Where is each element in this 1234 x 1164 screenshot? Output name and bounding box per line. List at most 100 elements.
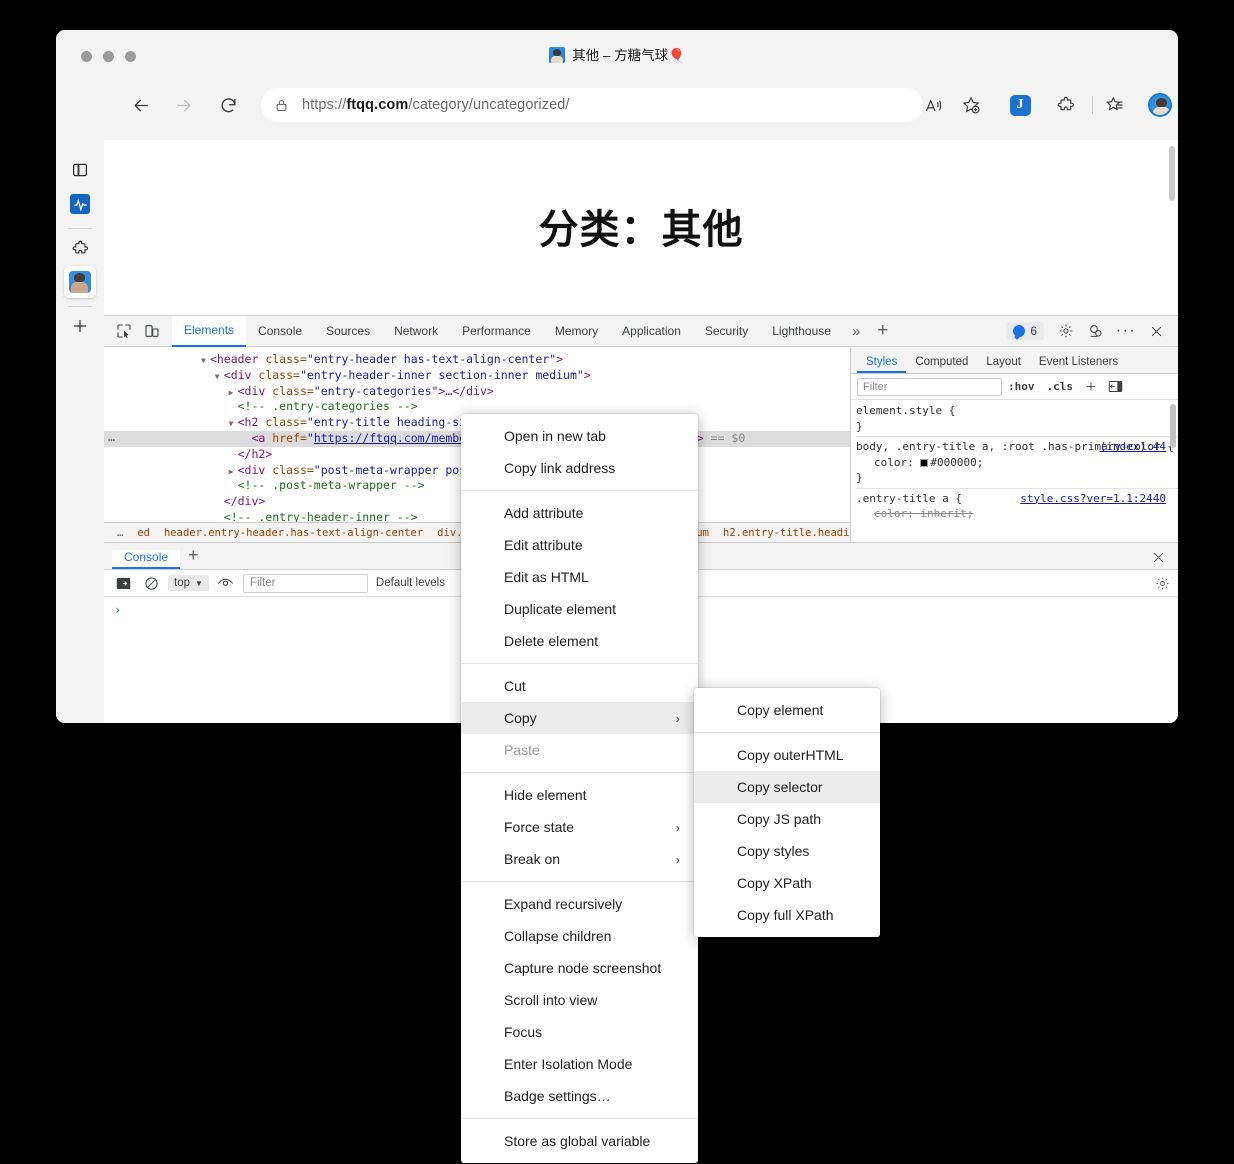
console-context-selector[interactable]: top ▼ <box>168 575 209 591</box>
reload-button[interactable] <box>213 90 243 120</box>
context-menu-item-enter-isolation-mode[interactable]: Enter Isolation Mode <box>461 1048 698 1080</box>
style-source-link[interactable]: style.css?ver=1.1:2440 <box>1020 491 1166 507</box>
context-menu-item-duplicate-element[interactable]: Duplicate element <box>461 593 698 625</box>
extensions-icon[interactable] <box>1051 90 1081 120</box>
breadcrumb-item[interactable]: ed <box>130 527 157 539</box>
context-menu-item-collapse-children[interactable]: Collapse children <box>461 920 698 952</box>
copy-submenu-item-copy-styles[interactable]: Copy styles <box>694 835 880 867</box>
new-style-rule-icon[interactable] <box>1079 380 1103 394</box>
devtools-tab-sources[interactable]: Sources <box>314 316 382 347</box>
forward-button[interactable] <box>168 90 198 120</box>
styles-tab-layout[interactable]: Layout <box>977 356 1030 373</box>
sidebar-item-performance[interactable] <box>64 188 96 220</box>
disclosure-triangle-icon[interactable]: ▶ <box>229 464 238 480</box>
breadcrumb-item[interactable]: header.entry-header.has-text-align-cente… <box>157 527 430 539</box>
add-panel-button[interactable]: + <box>869 316 896 347</box>
context-menu-item-scroll-into-view[interactable]: Scroll into view <box>461 984 698 1016</box>
context-menu-item-add-attribute[interactable]: Add attribute <box>461 497 698 529</box>
context-menu-item-focus[interactable]: Focus <box>461 1016 698 1048</box>
read-aloud-icon[interactable] <box>918 90 948 120</box>
breadcrumb-item[interactable]: … <box>110 527 130 539</box>
style-selector[interactable]: .entry-title a {style.css?ver=1.1:2440 <box>856 491 1174 507</box>
copy-submenu-item-copy-element[interactable]: Copy element <box>694 694 880 726</box>
devtools-tab-performance[interactable]: Performance <box>450 316 543 347</box>
dom-node[interactable]: <!-- .entry-categories --> <box>104 399 850 415</box>
close-devtools-icon[interactable] <box>1142 318 1170 345</box>
breadcrumb-item[interactable]: h2.entry-title.heading-size-1 <box>716 527 850 539</box>
customize-devtools-icon[interactable] <box>1082 318 1110 345</box>
console-levels-selector[interactable]: Default levels <box>374 577 445 589</box>
copy-submenu-item-copy-outerhtml[interactable]: Copy outerHTML <box>694 739 880 771</box>
context-menu-item-capture-node-screenshot[interactable]: Capture node screenshot <box>461 952 698 984</box>
devtools-tab-network[interactable]: Network <box>382 316 450 347</box>
hov-button[interactable]: :hov <box>1002 380 1041 393</box>
sidebar-item-extensions[interactable] <box>64 232 96 264</box>
style-source-link[interactable]: (index):44 <box>1100 439 1166 455</box>
copy-submenu-item-copy-js-path[interactable]: Copy JS path <box>694 803 880 835</box>
styles-tab-computed[interactable]: Computed <box>906 356 977 373</box>
cls-button[interactable]: .cls <box>1041 380 1080 393</box>
style-declaration[interactable]: color: #000000; <box>856 455 1174 471</box>
settings-gear-icon[interactable] <box>1052 318 1080 345</box>
context-menu-item-badge-settings[interactable]: Badge settings… <box>461 1080 698 1112</box>
console-filter-input[interactable]: Filter <box>242 573 368 593</box>
drawer-add-tab[interactable]: + <box>180 545 207 569</box>
context-menu-item-break-on[interactable]: Break on › <box>461 843 698 875</box>
inspect-element-icon[interactable] <box>110 318 138 345</box>
back-button[interactable] <box>126 90 156 120</box>
context-menu-item-copy[interactable]: Copy › <box>461 702 698 734</box>
sidebar-item-profile[interactable] <box>64 266 96 298</box>
clear-console-icon[interactable] <box>140 573 162 593</box>
copy-submenu-item-copy-selector[interactable]: Copy selector <box>694 771 880 803</box>
color-swatch[interactable] <box>920 458 929 467</box>
style-selector[interactable]: body, .entry-title a, :root .has-primary… <box>856 439 1174 455</box>
copy-submenu-item-copy-full-xpath[interactable]: Copy full XPath <box>694 899 880 931</box>
tab-console[interactable]: Console <box>112 550 181 569</box>
devtools-tab-application[interactable]: Application <box>610 316 693 347</box>
context-menu-item-hide-element[interactable]: Hide element <box>461 779 698 811</box>
disclosure-triangle-icon[interactable]: ▼ <box>215 369 224 385</box>
disclosure-triangle-icon[interactable]: ▼ <box>201 353 210 369</box>
devtools-tab-console[interactable]: Console <box>246 316 314 347</box>
profile-avatar[interactable] <box>1145 90 1175 120</box>
context-menu-item-open-in-new-tab[interactable]: Open in new tab <box>461 420 698 452</box>
styles-scrollbar[interactable] <box>1170 404 1176 448</box>
disclosure-triangle-icon[interactable]: ▼ <box>229 416 238 432</box>
device-toolbar-icon[interactable] <box>138 318 166 345</box>
context-menu-item-store-as-global-variable[interactable]: Store as global variable <box>461 1125 698 1157</box>
context-menu-item-copy-link-address[interactable]: Copy link address <box>461 452 698 484</box>
devtools-tab-lighthouse[interactable]: Lighthouse <box>760 316 843 347</box>
context-menu-item-force-state[interactable]: Force state › <box>461 811 698 843</box>
console-settings-icon[interactable] <box>1155 576 1170 591</box>
dom-node[interactable]: ▼ <div class="entry-header-inner section-… <box>104 368 850 384</box>
context-menu-item-edit-as-html[interactable]: Edit as HTML <box>461 561 698 593</box>
add-favorite-icon[interactable] <box>956 90 986 120</box>
styles-tab-event-listeners[interactable]: Event Listeners <box>1030 356 1127 373</box>
issues-badge[interactable]: 6 <box>1006 322 1044 340</box>
copy-submenu-item-copy-xpath[interactable]: Copy XPath <box>694 867 880 899</box>
sidebar-item-split-screen[interactable] <box>64 154 96 186</box>
styles-filter-input[interactable]: Filter <box>857 377 1002 396</box>
devtools-tab-security[interactable]: Security <box>693 316 760 347</box>
context-menu-item-cut[interactable]: Cut <box>461 670 698 702</box>
dom-node[interactable]: ▶ <div class="entry-categories">…</div> <box>104 384 850 400</box>
context-menu-item-edit-attribute[interactable]: Edit attribute <box>461 529 698 561</box>
address-bar[interactable]: https://ftqq.com/category/uncategorized/ <box>261 88 923 122</box>
close-drawer-icon[interactable] <box>1151 550 1178 569</box>
style-declaration[interactable]: color: inherit; <box>856 506 1174 522</box>
collections-icon[interactable] <box>1100 90 1130 120</box>
active-tab[interactable]: 其他 – 方糖气球🎈 <box>56 44 1178 64</box>
devtools-tab-elements[interactable]: Elements <box>172 315 247 347</box>
style-selector[interactable]: element.style { <box>856 403 1174 419</box>
more-tabs-icon[interactable]: » <box>843 316 869 347</box>
dom-node[interactable]: ▼ <header class="entry-header has-text-al… <box>104 352 850 368</box>
console-sidebar-icon[interactable] <box>112 573 134 593</box>
sidebar-add-button[interactable] <box>64 310 96 342</box>
disclosure-triangle-icon[interactable]: ▶ <box>229 385 238 401</box>
devtools-more-icon[interactable]: ··· <box>1112 318 1140 345</box>
devtools-tab-memory[interactable]: Memory <box>543 316 610 347</box>
styles-tab-styles[interactable]: Styles <box>857 356 907 373</box>
context-menu-item-expand-recursively[interactable]: Expand recursively <box>461 888 698 920</box>
extension-j-icon[interactable]: J <box>1005 90 1035 120</box>
context-menu-item-delete-element[interactable]: Delete element <box>461 625 698 657</box>
